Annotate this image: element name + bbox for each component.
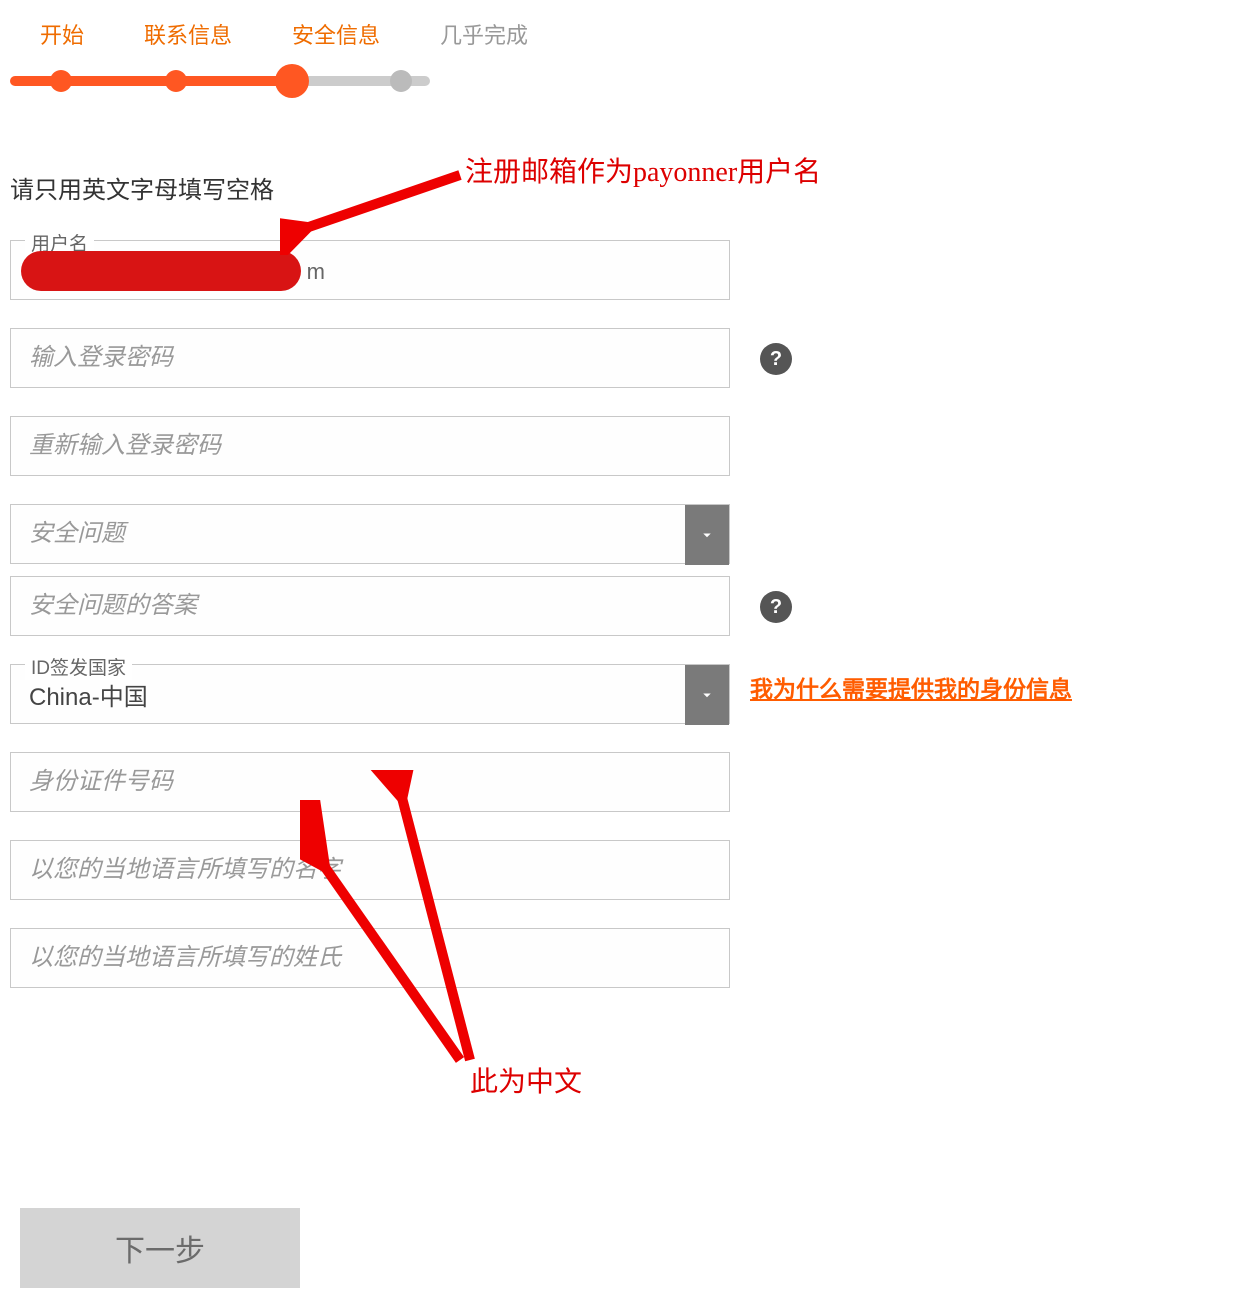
progress-dot-1: [50, 70, 72, 92]
local-lastname-field[interactable]: [10, 928, 730, 988]
help-icon[interactable]: ?: [760, 591, 792, 623]
security-question-input[interactable]: [29, 520, 711, 548]
progress-dot-2: [165, 70, 187, 92]
next-button[interactable]: 下一步: [20, 1208, 300, 1288]
step-start[interactable]: 开始: [40, 18, 84, 50]
redacted-username: [21, 251, 301, 291]
local-firstname-input[interactable]: [29, 856, 711, 884]
progress-steps: 开始 联系信息 安全信息 几乎完成: [10, 18, 1234, 50]
security-answer-input[interactable]: [29, 592, 711, 620]
help-icon[interactable]: ?: [760, 343, 792, 375]
annotation-chinese: 此为中文: [470, 1060, 582, 1100]
security-question-select[interactable]: [10, 504, 730, 564]
progress-track: [10, 60, 430, 100]
username-field[interactable]: 用户名: [10, 240, 730, 300]
why-id-info-link[interactable]: 我为什么需要提供我的身份信息: [750, 670, 1072, 704]
progress-dot-4: [390, 70, 412, 92]
repassword-field[interactable]: [10, 416, 730, 476]
password-field[interactable]: [10, 328, 730, 388]
local-firstname-field[interactable]: [10, 840, 730, 900]
password-input[interactable]: [29, 344, 711, 372]
local-lastname-input[interactable]: [29, 944, 711, 972]
step-contact[interactable]: 联系信息: [144, 18, 232, 50]
id-country-value: China-中国: [29, 677, 148, 712]
id-number-input[interactable]: [29, 768, 711, 796]
id-number-field[interactable]: [10, 752, 730, 812]
step-almost-done[interactable]: 几乎完成: [440, 18, 528, 50]
security-answer-field[interactable]: [10, 576, 730, 636]
repassword-input[interactable]: [29, 432, 711, 460]
step-security[interactable]: 安全信息: [292, 18, 380, 50]
id-country-select[interactable]: ID签发国家 China-中国: [10, 664, 730, 724]
chevron-down-icon[interactable]: [685, 505, 729, 565]
progress-dot-3-active: [275, 64, 309, 98]
id-country-label: ID签发国家: [25, 653, 132, 680]
chevron-down-icon[interactable]: [685, 665, 729, 725]
annotation-email-username: 注册邮箱作为payonner用户名: [465, 150, 821, 190]
